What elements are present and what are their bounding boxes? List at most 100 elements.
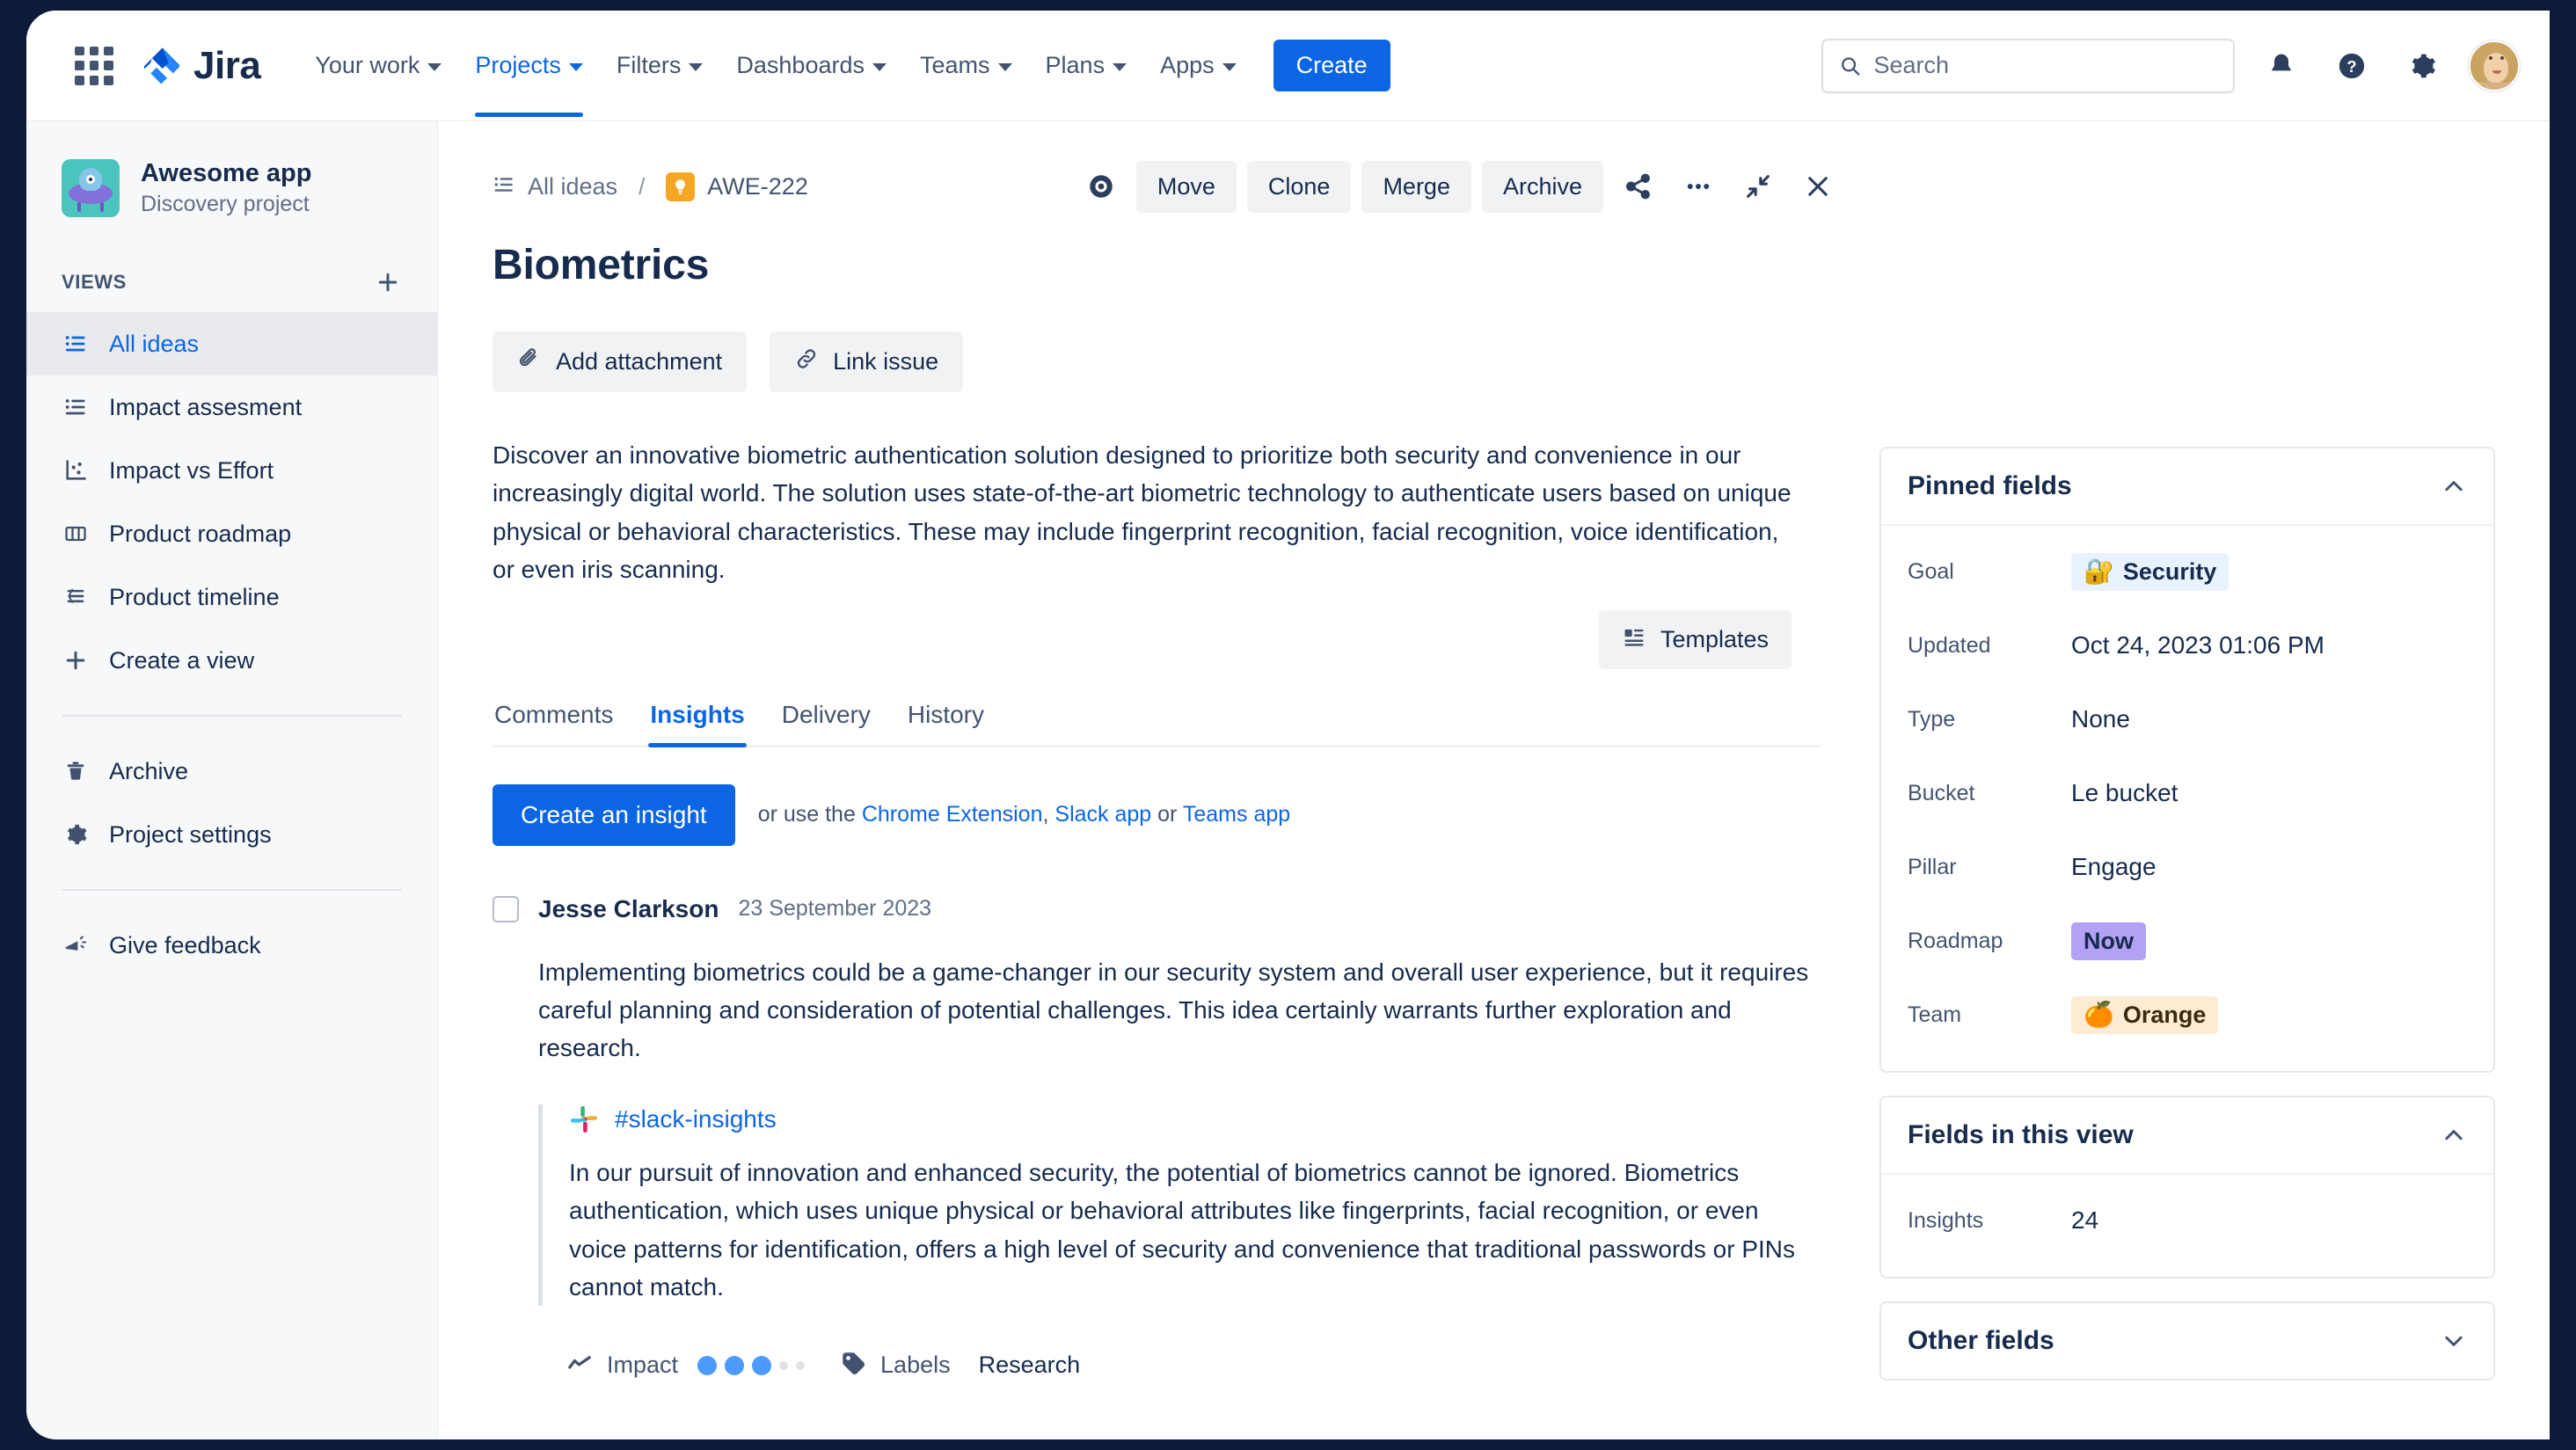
- impact-dot-filled: [752, 1355, 772, 1375]
- insight-quote-header: #slack-insights: [569, 1104, 1821, 1134]
- jira-home-logo[interactable]: Jira: [141, 44, 261, 88]
- tab-comments[interactable]: Comments: [493, 692, 615, 745]
- insight-quote-text: In our pursuit of innovation and enhance…: [569, 1158, 1796, 1301]
- collapse-glyph: [1747, 175, 1770, 198]
- chevron-down-icon: [872, 62, 887, 71]
- more-glyph: [1687, 184, 1710, 189]
- field-label-insights: Insights: [1908, 1207, 1984, 1233]
- create-insight-button[interactable]: Create an insight: [493, 783, 735, 846]
- team-pill[interactable]: 🍊 Orange: [2071, 995, 2219, 1034]
- move-button[interactable]: Move: [1135, 160, 1237, 213]
- megaphone-glyph: [65, 936, 87, 951]
- list-view-icon: [62, 330, 90, 358]
- fields-in-this-view-header[interactable]: Fields in this view: [1881, 1097, 2493, 1175]
- issue-detail-content: All ideas / AWE-222 Move Clone Merge Arc…: [438, 121, 2550, 1439]
- tab-insights[interactable]: Insights: [648, 692, 748, 747]
- other-fields-header[interactable]: Other fields: [1881, 1303, 2493, 1379]
- field-row-bucket[interactable]: Bucket Le bucket: [1881, 756, 2493, 830]
- field-row-type[interactable]: Type None: [1881, 682, 2493, 756]
- chevron-up-icon[interactable]: [2441, 1122, 2467, 1148]
- sidebar-item-impact-assesment[interactable]: Impact assesment: [26, 375, 437, 439]
- more-ellipsis-icon[interactable]: [1674, 162, 1723, 211]
- eye-watch-icon[interactable]: [1076, 162, 1126, 211]
- teams-app-link[interactable]: Teams app: [1183, 802, 1290, 827]
- sidebar-divider: [62, 715, 402, 718]
- roadmap-pill[interactable]: Now: [2071, 922, 2146, 960]
- slack-app-link[interactable]: Slack app: [1054, 802, 1151, 827]
- nav-plans[interactable]: Plans: [1030, 40, 1143, 91]
- project-header[interactable]: Awesome app Discovery project: [26, 149, 437, 217]
- sidebar-item-product-timeline[interactable]: Product timeline: [26, 565, 437, 629]
- breadcrumb-issue-key[interactable]: AWE-222: [707, 173, 808, 200]
- fields-in-this-view-body: Insights 24: [1881, 1175, 2493, 1277]
- add-attachment-button[interactable]: Add attachment: [493, 332, 748, 392]
- sidebar-item-give-feedback[interactable]: Give feedback: [26, 914, 437, 977]
- field-value-updated: Oct 24, 2023 01:06 PM: [2071, 631, 2324, 659]
- chevron-down-icon: [568, 62, 583, 71]
- field-row-pillar[interactable]: Pillar Engage: [1881, 830, 2493, 904]
- nav-your-work[interactable]: Your work: [299, 40, 457, 91]
- nav-apps[interactable]: Apps: [1144, 40, 1252, 91]
- field-row-team[interactable]: Team 🍊 Orange: [1881, 978, 2493, 1052]
- impact-rating-dots: [697, 1355, 806, 1375]
- link-issue-button[interactable]: Link issue: [770, 332, 964, 392]
- field-label-team: Team: [1908, 1002, 1962, 1027]
- plus-icon[interactable]: [370, 265, 405, 300]
- project-name: Awesome app: [141, 159, 312, 187]
- close-x-icon[interactable]: [1793, 162, 1843, 211]
- nav-filters[interactable]: Filters: [601, 40, 719, 91]
- chrome-extension-link[interactable]: Chrome Extension: [862, 802, 1043, 827]
- top-navigation-bar: Jira Your work Projects Filters Dashboar…: [26, 11, 2550, 121]
- sidebar-item-create-a-view[interactable]: Create a view: [26, 629, 437, 692]
- issue-description[interactable]: Discover an innovative biometric authent…: [493, 436, 1794, 589]
- field-row-insights[interactable]: Insights 24: [1881, 1184, 2493, 1257]
- templates-row: Templates: [493, 609, 1879, 669]
- global-search[interactable]: [1821, 38, 2235, 93]
- chevron-up-icon[interactable]: [2441, 473, 2467, 499]
- nav-dashboards[interactable]: Dashboards: [720, 40, 902, 91]
- templates-button[interactable]: Templates: [1598, 609, 1792, 669]
- avatar[interactable]: [2469, 40, 2520, 91]
- trash-icon: [62, 757, 90, 785]
- chevron-down-icon[interactable]: [2441, 1328, 2467, 1354]
- slack-channel-link[interactable]: #slack-insights: [615, 1105, 777, 1133]
- list-glyph: [494, 177, 513, 192]
- tangerine-icon: 🍊: [2083, 1001, 2114, 1028]
- grid-apps-icon[interactable]: [70, 42, 118, 90]
- field-row-updated[interactable]: Updated Oct 24, 2023 01:06 PM: [1881, 608, 2493, 682]
- breadcrumb-separator: /: [639, 172, 646, 200]
- nav-teams[interactable]: Teams: [904, 40, 1028, 91]
- sidebar-item-all-ideas[interactable]: All ideas: [26, 312, 437, 376]
- board-columns-icon: [62, 520, 90, 548]
- insight-checkbox[interactable]: [493, 895, 519, 922]
- insight-labels-group[interactable]: Labels Research: [840, 1350, 1080, 1381]
- chevron-up-glyph: [2445, 481, 2463, 492]
- tab-delivery[interactable]: Delivery: [780, 692, 872, 745]
- help-question-icon[interactable]: ?: [2328, 42, 2375, 90]
- clone-button[interactable]: Clone: [1246, 160, 1352, 213]
- sidebar-item-archive[interactable]: Archive: [26, 740, 437, 803]
- sidebar-item-project-settings[interactable]: Project settings: [26, 803, 437, 866]
- search-input[interactable]: [1873, 52, 2217, 79]
- pinned-fields-header[interactable]: Pinned fields: [1881, 448, 2493, 526]
- issue-main-column: All ideas / AWE-222 Move Clone Merge Arc…: [438, 121, 1879, 1439]
- breadcrumb-all-ideas[interactable]: All ideas: [528, 173, 617, 200]
- collapse-arrows-icon[interactable]: [1733, 162, 1783, 211]
- merge-button[interactable]: Merge: [1361, 160, 1471, 213]
- create-button[interactable]: Create: [1273, 40, 1390, 91]
- share-icon[interactable]: [1614, 162, 1663, 211]
- list-view-icon: [493, 173, 515, 200]
- notifications-bell-icon[interactable]: [2258, 42, 2305, 90]
- settings-gear-icon[interactable]: [2398, 42, 2446, 90]
- field-row-roadmap[interactable]: Roadmap Now: [1881, 904, 2493, 978]
- tab-history[interactable]: History: [906, 692, 986, 745]
- project-type: Discovery project: [141, 192, 310, 217]
- sidebar-item-impact-vs-effort[interactable]: Impact vs Effort: [26, 439, 437, 502]
- nav-projects[interactable]: Projects: [459, 40, 599, 117]
- sidebar-item-label: Impact assesment: [109, 393, 303, 420]
- archive-button[interactable]: Archive: [1481, 160, 1603, 213]
- goal-pill[interactable]: 🔐 Security: [2071, 552, 2229, 591]
- sidebar-item-product-roadmap[interactable]: Product roadmap: [26, 502, 437, 565]
- insight-impact-group[interactable]: Impact: [566, 1350, 806, 1381]
- field-row-goal[interactable]: Goal 🔐 Security: [1881, 535, 2493, 608]
